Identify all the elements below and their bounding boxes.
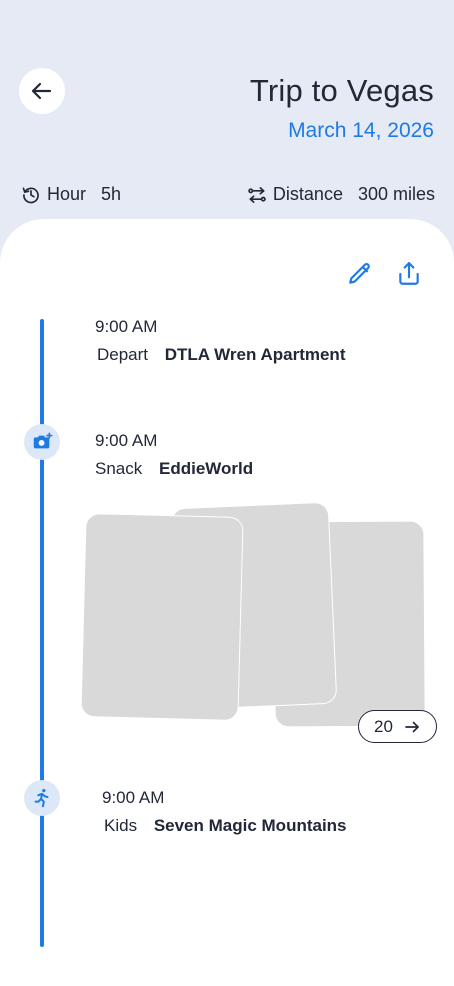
entry-place: Seven Magic Mountains: [153, 816, 347, 835]
entry-category: Kids: [104, 816, 138, 835]
trip-date: March 14, 2026: [288, 119, 434, 142]
route-icon: [247, 185, 267, 205]
entry-time: 9:00 AM: [95, 317, 158, 336]
hour-value: 5h: [101, 184, 122, 204]
entry-category: Depart: [97, 345, 149, 364]
running-person-icon: [31, 787, 53, 809]
back-button[interactable]: [19, 68, 65, 114]
history-clock-icon: [21, 185, 41, 205]
share-button[interactable]: [395, 260, 423, 288]
page-title: Trip to Vegas: [249, 73, 434, 108]
share-icon: [396, 261, 422, 287]
view-all-photos-button[interactable]: 20: [358, 710, 437, 743]
photo-thumbnail[interactable]: [80, 512, 244, 722]
arrow-left-icon: [30, 79, 54, 103]
add-photo-badge[interactable]: [24, 424, 60, 460]
timeline-entry[interactable]: Snack EddieWorld: [95, 459, 253, 479]
arrow-right-icon: [403, 718, 421, 736]
photo-count: 20: [374, 716, 393, 736]
timeline-entry[interactable]: Depart DTLA Wren Apartment: [97, 345, 345, 365]
trip-stats: Hour 5h Distance 300 miles: [0, 184, 454, 210]
distance-label: Distance: [272, 184, 343, 204]
pencil-icon: [347, 261, 373, 287]
entry-category: Snack: [95, 459, 143, 478]
hour-stat: Hour 5h: [21, 184, 121, 205]
entry-time: 9:00 AM: [95, 431, 158, 450]
timeline-entry[interactable]: Kids Seven Magic Mountains: [104, 816, 347, 836]
edit-button[interactable]: [346, 260, 374, 288]
camera-add-icon: [31, 431, 53, 453]
entry-place: DTLA Wren Apartment: [164, 345, 346, 364]
hour-label: Hour: [47, 184, 87, 204]
entry-place: EddieWorld: [158, 459, 254, 478]
entry-time: 9:00 AM: [102, 788, 165, 807]
distance-value: 300 miles: [357, 184, 435, 204]
distance-stat: Distance 300 miles: [247, 184, 435, 205]
timeline-line: [40, 319, 44, 947]
activity-badge: [24, 780, 60, 816]
